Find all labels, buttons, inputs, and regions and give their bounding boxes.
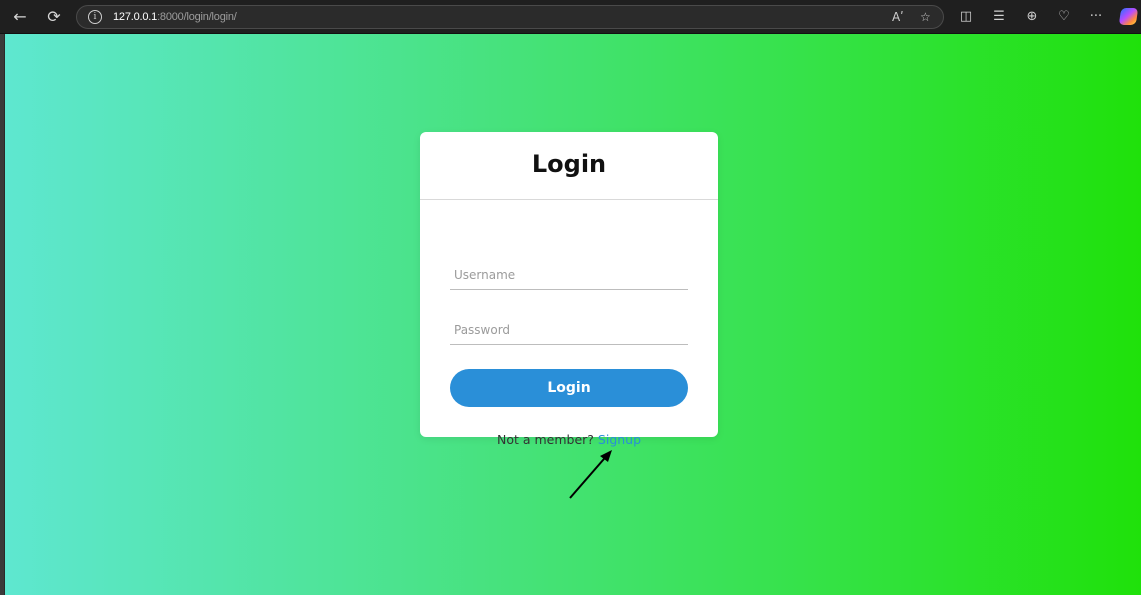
reload-icon[interactable]: ⟳: [44, 7, 64, 27]
url-text[interactable]: 127.0.0.1:8000/login/login/: [113, 10, 237, 24]
more-options-icon[interactable]: ···: [1087, 8, 1105, 26]
card-divider: [420, 199, 718, 200]
read-aloud-icon[interactable]: Aʹ: [892, 9, 904, 25]
favorite-star-icon[interactable]: ☆: [920, 9, 931, 25]
login-title: Login: [531, 150, 607, 178]
copilot-icon[interactable]: [1118, 8, 1139, 25]
url-path: :8000/login/login/: [157, 11, 237, 23]
collections-icon[interactable]: ⊕: [1023, 8, 1041, 26]
split-screen-icon[interactable]: ◫: [957, 8, 975, 26]
login-card: Login Login Not a member? Signup: [420, 132, 718, 447]
password-input[interactable]: [450, 315, 688, 345]
login-button[interactable]: Login: [450, 369, 688, 407]
annotation-arrow-icon: [569, 450, 612, 499]
browser-essentials-icon[interactable]: ♡: [1055, 8, 1073, 26]
favorites-icon[interactable]: ☰: [990, 8, 1008, 26]
address-bar[interactable]: i 127.0.0.1:8000/login/login/ Aʹ ☆: [76, 5, 944, 29]
url-host: 127.0.0.1: [113, 11, 158, 23]
browser-toolbar: ← ⟳ i 127.0.0.1:8000/login/login/ Aʹ ☆ ◫…: [0, 0, 1141, 34]
username-input[interactable]: [450, 260, 688, 290]
site-info-icon[interactable]: i: [88, 10, 102, 24]
back-arrow-icon[interactable]: ←: [10, 7, 30, 27]
